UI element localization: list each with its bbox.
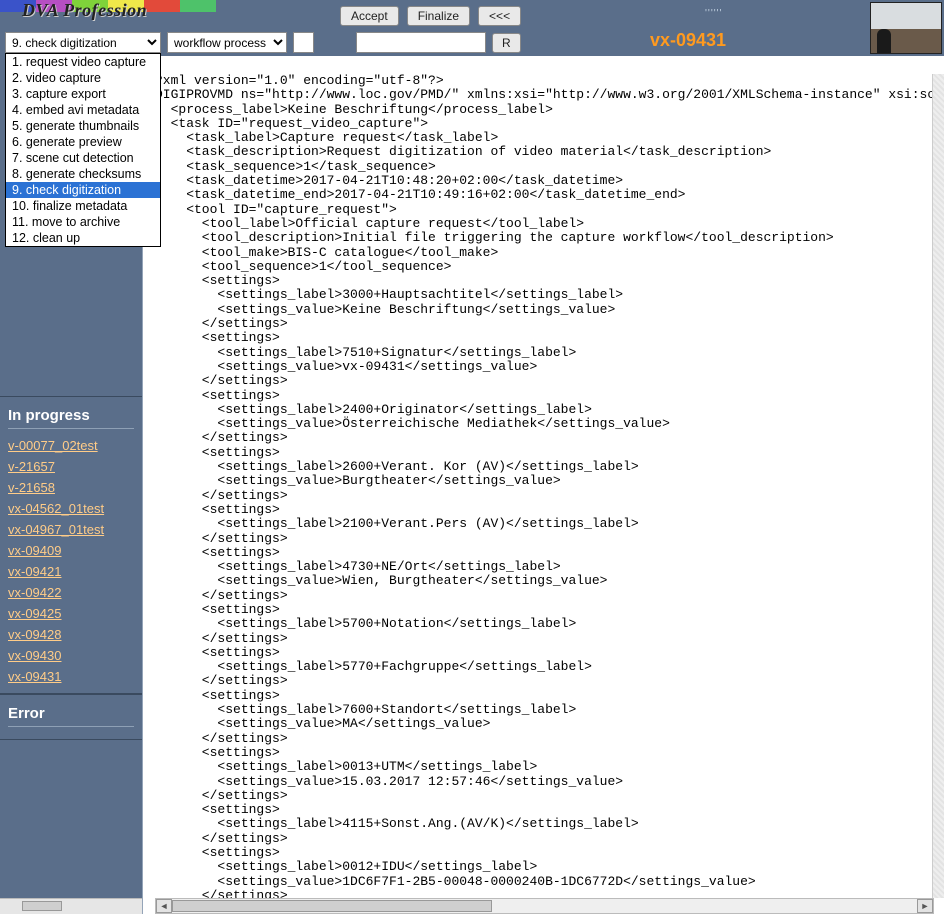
small-button[interactable] [293, 32, 314, 53]
video-thumbnail[interactable] [870, 2, 942, 54]
step-option[interactable]: 7. scene cut detection [6, 150, 160, 166]
step-option[interactable]: 3. capture export [6, 86, 160, 102]
brand-title: DVA Profession [22, 0, 147, 21]
step-option[interactable]: 12. clean up [6, 230, 160, 246]
current-job-id: vx-09431 [650, 30, 726, 51]
sidebar-divider [8, 428, 134, 429]
in-progress-item[interactable]: vx-09409 [8, 540, 134, 561]
in-progress-item[interactable]: vx-09430 [8, 645, 134, 666]
step-option[interactable]: 9. check digitization [6, 182, 160, 198]
xml-view[interactable]: ?xml version="1.0" encoding="utf-8"?> DI… [155, 74, 934, 898]
step-option[interactable]: 6. generate preview [6, 134, 160, 150]
back-button[interactable]: <<< [478, 6, 521, 26]
vertical-scrollbar[interactable] [932, 74, 944, 898]
in-progress-list: v-00077_02testv-21657v-21658vx-04562_01t… [8, 435, 134, 687]
topbar-control-row: 9. check digitization workflow process R [5, 32, 521, 53]
in-progress-item[interactable]: v-21657 [8, 456, 134, 477]
step-option[interactable]: 8. generate checksums [6, 166, 160, 182]
step-option[interactable]: 10. finalize metadata [6, 198, 160, 214]
in-progress-item[interactable]: vx-09422 [8, 582, 134, 603]
in-progress-item[interactable]: vx-04562_01test [8, 498, 134, 519]
in-progress-item[interactable]: vx-04967_01test [8, 519, 134, 540]
step-option[interactable]: 1. request video capture [6, 54, 160, 70]
accept-button[interactable]: Accept [340, 6, 399, 26]
error-heading: Error [8, 701, 134, 724]
sidebar-section-in-progress: In progress v-00077_02testv-21657v-21658… [0, 396, 142, 694]
search-input[interactable] [356, 32, 486, 53]
scroll-left-icon[interactable]: ◄ [156, 899, 172, 913]
in-progress-item[interactable]: vx-09431 [8, 666, 134, 687]
in-progress-item[interactable]: vx-09421 [8, 561, 134, 582]
content-area: ?xml version="1.0" encoding="utf-8"?> DI… [142, 56, 944, 914]
r-button[interactable]: R [492, 33, 521, 53]
in-progress-heading: In progress [8, 403, 134, 426]
in-progress-item[interactable]: vx-09425 [8, 603, 134, 624]
sidebar-divider [8, 726, 134, 727]
topbar-button-row: Accept Finalize <<< [340, 6, 521, 26]
scroll-right-icon[interactable]: ► [917, 899, 933, 913]
step-option[interactable]: 5. generate thumbnails [6, 118, 160, 134]
step-select[interactable]: 9. check digitization [5, 32, 161, 53]
top-dots-decoration: '''''' [705, 8, 722, 19]
workflow-select[interactable]: workflow process [167, 32, 287, 53]
in-progress-item[interactable]: vx-09428 [8, 624, 134, 645]
horizontal-scrollbar[interactable]: ◄ ► [155, 898, 934, 914]
sidebar-bottom-scrollbar[interactable] [0, 898, 142, 914]
scroll-thumb[interactable] [172, 900, 492, 912]
sidebar-section-error: Error [0, 694, 142, 740]
brand-logo: DVA Profession [0, 0, 216, 26]
in-progress-item[interactable]: v-00077_02test [8, 435, 134, 456]
step-option[interactable]: 11. move to archive [6, 214, 160, 230]
step-option[interactable]: 4. embed avi metadata [6, 102, 160, 118]
in-progress-item[interactable]: v-21658 [8, 477, 134, 498]
step-option[interactable]: 2. video capture [6, 70, 160, 86]
step-dropdown-panel[interactable]: 1. request video capture2. video capture… [5, 53, 161, 247]
finalize-button[interactable]: Finalize [407, 6, 470, 26]
topbar: DVA Profession Accept Finalize <<< 9. ch… [0, 0, 944, 56]
